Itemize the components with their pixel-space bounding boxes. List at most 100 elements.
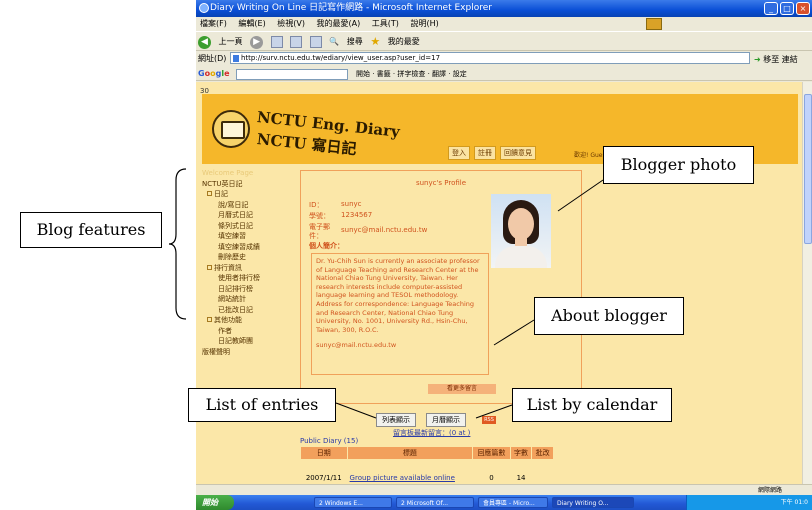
nav-feedback[interactable]: 回饋意見 [500, 146, 536, 160]
taskbar-item-diary[interactable]: Diary Writing O... [552, 497, 634, 508]
sidebar-item[interactable]: 日記 [202, 189, 292, 200]
google-item-start[interactable]: 開始 [356, 70, 370, 78]
taskbar-item-office[interactable]: 2 Microsoft Of... [396, 497, 474, 508]
status-bar: 網際網路 [196, 484, 812, 495]
sidebar-item[interactable]: 條列式日記 [202, 221, 292, 232]
sidebar-item[interactable]: 其他功能 [202, 315, 292, 326]
refresh-icon[interactable] [290, 36, 303, 48]
nav-register[interactable]: 註冊 [474, 146, 496, 160]
menu-tools[interactable]: 工具(T) [372, 19, 399, 28]
sidebar-item-label: 填空練習成績 [218, 242, 260, 251]
google-item-bookmarks[interactable]: 書籤 [377, 70, 391, 78]
sidebar-item[interactable]: 排行資訊 [202, 263, 292, 274]
stop-icon[interactable] [270, 36, 283, 48]
sidebar-item[interactable]: 版權聲明 [202, 347, 292, 358]
vertical-scrollbar[interactable] [802, 82, 812, 484]
back-icon[interactable]: ◀ [198, 35, 211, 49]
google-logo: Google [198, 69, 230, 78]
google-search-input[interactable] [235, 68, 348, 80]
taskbar-item-explorer[interactable]: 2 Windows E... [314, 497, 392, 508]
favorites-label[interactable]: 我的最愛 [388, 32, 420, 52]
entry-corrected [531, 471, 554, 484]
message-board-link[interactable]: 留言板最新留言：(0 at ) [393, 429, 470, 437]
callout-about-blogger: About blogger [534, 297, 684, 335]
sidebar-item[interactable]: 填空練習成績 [202, 242, 292, 253]
sidebar-item-label: 條列式日記 [218, 221, 253, 230]
sidebar-item[interactable]: 日記教師團 [202, 336, 292, 347]
menu-help[interactable]: 說明(H) [410, 19, 438, 28]
google-item-translate[interactable]: 翻譯 [432, 70, 446, 78]
sidebar-item[interactable]: 網站統計 [202, 294, 292, 305]
favorites-icon[interactable]: ★ [370, 32, 380, 52]
go-button[interactable]: ➜ 移至 連結 [754, 52, 798, 67]
minimize-button[interactable]: _ [764, 2, 778, 15]
close-button[interactable]: × [796, 2, 810, 15]
menu-favorites[interactable]: 我的最愛(A) [317, 19, 361, 28]
sidebar-item-label: 月曆式日記 [218, 211, 253, 219]
sidebar-item[interactable]: 已批改日記 [202, 305, 292, 316]
entry-date: 2007/1/11 [300, 471, 348, 484]
sidebar-item[interactable]: 填空練習 [202, 231, 292, 242]
google-item-settings[interactable]: 設定 [453, 70, 467, 78]
feature-brace [168, 168, 187, 320]
col-date: 日期 [300, 446, 348, 460]
address-url[interactable]: http://surv.nctu.edu.tw/ediary/view_user… [241, 54, 440, 62]
entry-replies: 0 [472, 471, 511, 484]
sidebar-item-label: 刪除歷史 [218, 253, 246, 261]
home-icon[interactable] [309, 36, 322, 48]
list-view-button[interactable]: 列表顯示 [376, 413, 416, 427]
entries-table: 日期 標題 回應篇數 字數 批改 2007/1/11 Group picture… [300, 446, 554, 484]
table-row: 2007/1/11 Group picture available online… [300, 471, 554, 484]
browser-window: Diary Writing On Line 日記寫作網路 - Microsoft… [196, 0, 812, 510]
callout-list-of-entries: List of entries [188, 388, 336, 422]
nav-login[interactable]: 登入 [448, 146, 470, 160]
tree-toggle-icon[interactable] [207, 264, 212, 270]
menu-edit[interactable]: 編輯(E) [238, 19, 265, 28]
sidebar-item[interactable]: NCTU英日記 [202, 179, 292, 190]
public-diary-label: Public Diary (15) [300, 437, 359, 445]
tree-toggle-icon[interactable] [207, 317, 212, 322]
sidebar-item[interactable]: 說/寫日記 [202, 200, 292, 211]
ie-icon [199, 3, 209, 13]
menu-file[interactable]: 檔案(F) [200, 19, 227, 28]
sidebar-item[interactable]: 使用者排行榜 [202, 273, 292, 284]
col-title: 標題 [346, 446, 474, 460]
links-label[interactable]: 連結 [782, 55, 798, 64]
message-board-line: 留言板最新留言：(0 at ) [393, 428, 470, 438]
menu-view[interactable]: 檢視(V) [277, 19, 305, 28]
col-words: 字數 [509, 446, 533, 460]
about-email: sunyc@mail.nctu.edu.tw [316, 341, 397, 350]
sidebar-item-label: 填空練習 [218, 232, 246, 240]
top-nav: 登入 註冊 回饋意見 [448, 146, 536, 160]
sidebar-item-label: 已批改日記 [218, 305, 253, 314]
back-label[interactable]: 上一頁 [219, 32, 243, 52]
search-icon[interactable]: 🔍 [329, 32, 339, 52]
scrollbar-thumb[interactable] [804, 94, 812, 244]
google-item-spellcheck[interactable]: 拼字檢查 [397, 70, 425, 78]
start-button[interactable]: 開始 [196, 495, 234, 510]
maximize-button[interactable]: □ [780, 2, 794, 15]
sidebar-item-label: 排行資訊 [214, 263, 242, 272]
page-viewport: 30 NCTU Eng. Diary NCTU 寫日記 登入 註冊 回饋意見 歡… [196, 82, 802, 484]
sidebar-item[interactable]: 刪除歷史 [202, 252, 292, 263]
month-view-button[interactable]: 月曆顯示 [426, 413, 466, 427]
forward-icon[interactable]: ▶ [250, 35, 264, 49]
more-messages-link[interactable]: 看更多留言 [428, 384, 496, 394]
window-controls: _ □ × [764, 2, 810, 15]
clock: 下午 01:0 [780, 499, 808, 506]
sidebar-item[interactable]: Welcome Page [202, 168, 292, 179]
rss-icon[interactable]: RSS [482, 416, 496, 424]
sidebar-item[interactable]: 月曆式日記 [202, 210, 292, 221]
sidebar-item[interactable]: 日記排行榜 [202, 284, 292, 295]
callout-blogger-photo: Blogger photo [603, 146, 754, 184]
taskbar-item-members[interactable]: 會員專區 - Micro... [478, 497, 548, 508]
search-label[interactable]: 搜尋 [347, 32, 363, 52]
sidebar-item[interactable]: 作者 [202, 326, 292, 337]
tree-toggle-icon[interactable] [207, 191, 212, 196]
intro-label: 個人簡介： [309, 242, 344, 250]
browser-toolbar: ◀ 上一頁 ▶ 🔍 搜尋 ★ 我的最愛 [196, 31, 812, 51]
menu-bar: 檔案(F) 編輯(E) 檢視(V) 我的最愛(A) 工具(T) 說明(H) [196, 17, 812, 31]
entry-title-link[interactable]: Group picture available online [346, 471, 474, 484]
profile-title: sunyc's Profile [415, 179, 467, 187]
address-input[interactable]: http://surv.nctu.edu.tw/ediary/view_user… [230, 52, 750, 64]
